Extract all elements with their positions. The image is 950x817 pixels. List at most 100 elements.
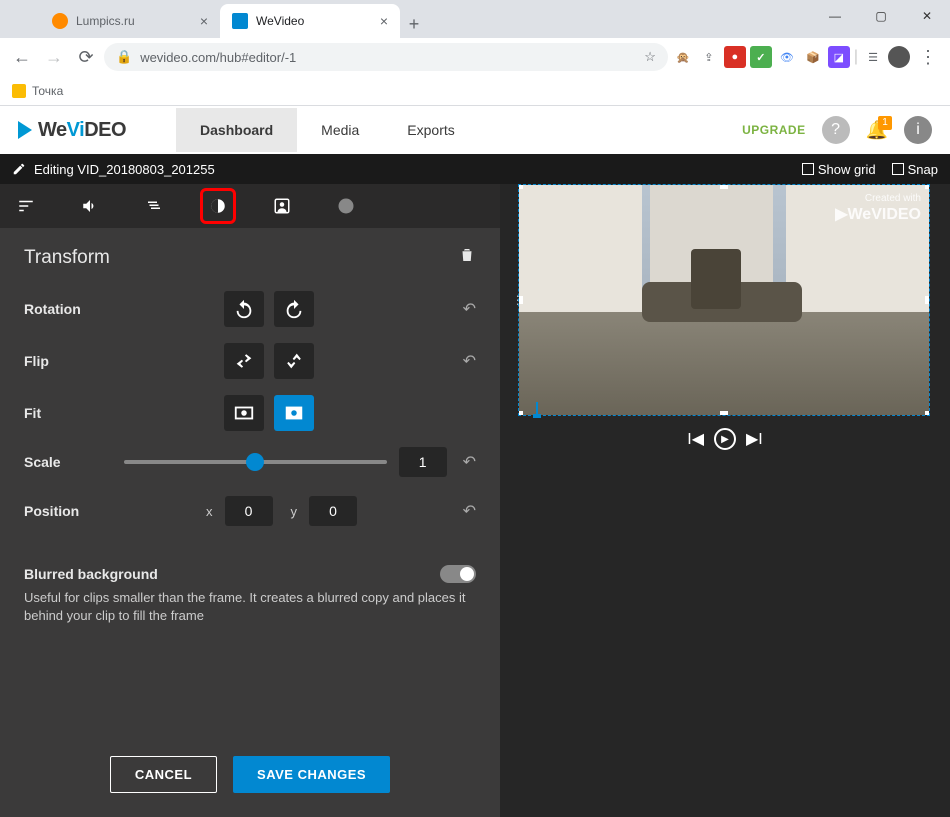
contrast-icon bbox=[209, 197, 227, 215]
tab-color[interactable] bbox=[200, 188, 236, 224]
preview-video[interactable]: ⋮ Created with ▶WeVIDEO bbox=[518, 184, 930, 416]
cancel-button[interactable]: CANCEL bbox=[110, 756, 217, 793]
flip-horizontal-button[interactable] bbox=[224, 343, 264, 379]
panel-footer: CANCEL SAVE CHANGES bbox=[0, 732, 500, 817]
reading-list-icon[interactable]: ☰ bbox=[862, 46, 884, 68]
browser-tab-wevideo[interactable]: WeVideo × bbox=[220, 4, 400, 38]
tab-title: Lumpics.ru bbox=[76, 14, 135, 28]
reload-button[interactable]: ⟳ bbox=[72, 43, 100, 71]
checkbox-icon bbox=[802, 163, 814, 175]
adblock-icon[interactable]: ● bbox=[724, 46, 746, 68]
resize-handle[interactable] bbox=[925, 184, 930, 189]
flip-row: Flip ↶ bbox=[0, 335, 500, 387]
save-button[interactable]: SAVE CHANGES bbox=[233, 756, 390, 793]
resize-handle[interactable] bbox=[720, 411, 728, 416]
resize-handle[interactable] bbox=[720, 184, 728, 189]
fit-contain-button[interactable] bbox=[224, 395, 264, 431]
resize-handle[interactable] bbox=[518, 411, 523, 416]
trash-icon bbox=[458, 246, 476, 264]
notifications-button[interactable]: 🔔 1 bbox=[866, 120, 888, 141]
reset-scale[interactable]: ↶ bbox=[463, 452, 476, 472]
tab-crop[interactable] bbox=[264, 188, 300, 224]
bookmark-label: Точка bbox=[32, 84, 63, 98]
tab-layers[interactable] bbox=[136, 188, 172, 224]
next-frame-button[interactable]: ▶I bbox=[746, 429, 763, 449]
wevideo-logo[interactable]: WeViDEO bbox=[18, 119, 126, 142]
play-icon bbox=[18, 121, 32, 139]
show-grid-checkbox[interactable]: Show grid bbox=[802, 162, 876, 177]
resize-handle[interactable] bbox=[925, 411, 930, 416]
scale-row: Scale ↶ bbox=[0, 439, 500, 485]
prev-frame-button[interactable]: I◀ bbox=[687, 429, 704, 449]
nav-media[interactable]: Media bbox=[297, 108, 383, 152]
slider-thumb[interactable] bbox=[246, 453, 264, 471]
upgrade-link[interactable]: UPGRADE bbox=[742, 123, 806, 137]
reset-position[interactable]: ↶ bbox=[463, 501, 476, 521]
scale-slider[interactable] bbox=[124, 460, 387, 464]
nav-exports[interactable]: Exports bbox=[383, 108, 478, 152]
blur-block: Blurred background Useful for clips smal… bbox=[0, 555, 500, 635]
player-controls: I◀ ▶ ▶I bbox=[500, 416, 950, 462]
ext-check-icon[interactable]: ✓ bbox=[750, 46, 772, 68]
ext-eye-icon[interactable]: 👁 bbox=[776, 46, 798, 68]
video-frame[interactable]: Created with ▶WeVIDEO bbox=[518, 184, 930, 416]
blur-description: Useful for clips smaller than the frame.… bbox=[24, 589, 476, 625]
user-avatar[interactable]: i bbox=[904, 116, 932, 144]
fit-cover-button[interactable] bbox=[274, 395, 314, 431]
browser-tab-lumpics[interactable]: Lumpics.ru × bbox=[40, 4, 220, 38]
close-icon[interactable]: × bbox=[200, 13, 208, 29]
blur-toggle[interactable] bbox=[440, 565, 476, 583]
fit-row: Fit bbox=[0, 387, 500, 439]
ext-purple-icon[interactable]: ◪ bbox=[828, 46, 850, 68]
panel-header: Transform bbox=[0, 228, 500, 283]
reset-rotation[interactable]: ↶ bbox=[463, 299, 476, 319]
nav-dashboard[interactable]: Dashboard bbox=[176, 108, 297, 152]
pos-y-input[interactable] bbox=[309, 496, 357, 526]
resize-handle[interactable] bbox=[518, 296, 523, 304]
snap-checkbox[interactable]: Snap bbox=[892, 162, 938, 177]
header-nav: Dashboard Media Exports bbox=[176, 108, 479, 152]
url-field[interactable]: 🔒 wevideo.com/hub#editor/-1 ☆ bbox=[104, 43, 668, 71]
position-row: Position x y ↶ bbox=[0, 485, 500, 537]
back-button[interactable]: ← bbox=[8, 43, 36, 71]
tab-transform[interactable] bbox=[8, 188, 44, 224]
profile-avatar[interactable] bbox=[888, 46, 910, 68]
pos-x-input[interactable] bbox=[225, 496, 273, 526]
info-icon bbox=[337, 197, 355, 215]
close-icon[interactable]: × bbox=[380, 13, 388, 29]
play-button[interactable]: ▶ bbox=[714, 428, 736, 450]
new-tab-button[interactable]: + bbox=[400, 10, 428, 38]
maximize-button[interactable]: ▢ bbox=[858, 0, 904, 32]
delete-button[interactable] bbox=[458, 246, 476, 269]
flip-vertical-button[interactable] bbox=[274, 343, 314, 379]
editing-title: Editing VID_20180803_201255 bbox=[34, 162, 215, 177]
tab-bar: Lumpics.ru × WeVideo × + — ▢ ✕ bbox=[0, 0, 950, 38]
star-icon[interactable]: ☆ bbox=[644, 49, 656, 65]
share-icon[interactable]: ⇪ bbox=[698, 46, 720, 68]
flip-label: Flip bbox=[24, 353, 164, 369]
help-icon[interactable]: ? bbox=[822, 116, 850, 144]
scale-input[interactable] bbox=[399, 447, 447, 477]
resize-handle[interactable] bbox=[518, 184, 523, 189]
header-right: UPGRADE ? 🔔 1 i bbox=[742, 116, 932, 144]
layers-icon bbox=[145, 197, 163, 215]
forward-button[interactable]: → bbox=[40, 43, 68, 71]
bookmark-item[interactable]: Точка bbox=[12, 84, 63, 98]
resize-handle[interactable] bbox=[925, 296, 930, 304]
reset-flip[interactable]: ↶ bbox=[463, 351, 476, 371]
minimize-button[interactable]: — bbox=[812, 0, 858, 32]
volume-icon bbox=[81, 197, 99, 215]
pos-x-label: x bbox=[206, 504, 213, 519]
translate-icon[interactable]: 🙊 bbox=[672, 46, 694, 68]
close-window-button[interactable]: ✕ bbox=[904, 0, 950, 32]
rotate-ccw-button[interactable] bbox=[224, 291, 264, 327]
tab-info[interactable] bbox=[328, 188, 364, 224]
rotate-cw-button[interactable] bbox=[274, 291, 314, 327]
user-box-icon bbox=[273, 197, 291, 215]
playhead[interactable] bbox=[536, 402, 538, 418]
flip-v-icon bbox=[283, 350, 305, 372]
blur-title: Blurred background bbox=[24, 566, 158, 582]
menu-button[interactable]: ⋮ bbox=[914, 43, 942, 71]
tab-audio[interactable] bbox=[72, 188, 108, 224]
ext-cube-icon[interactable]: 📦 bbox=[802, 46, 824, 68]
